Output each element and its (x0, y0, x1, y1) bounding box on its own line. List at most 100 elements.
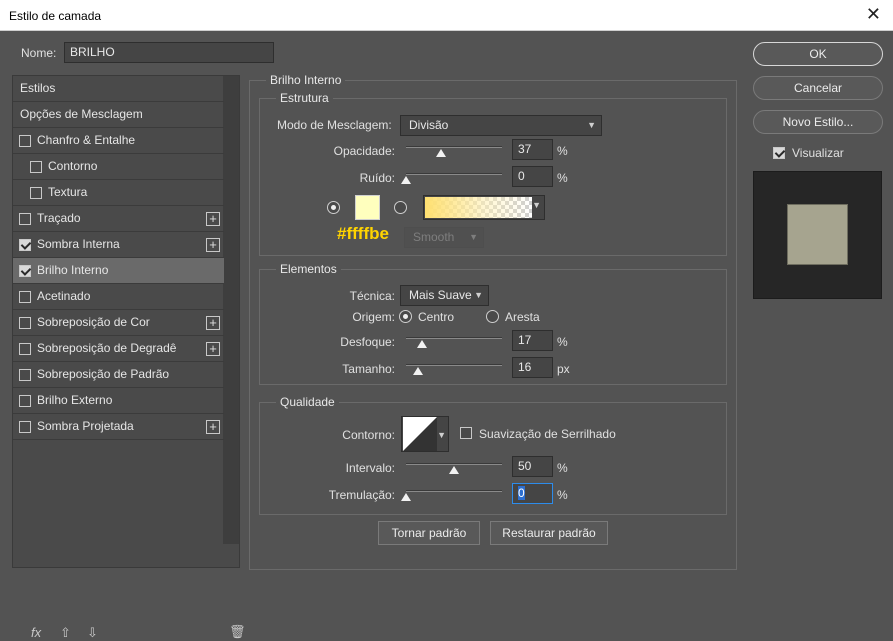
jitter-slider[interactable] (406, 490, 502, 492)
style-item[interactable]: Contorno (13, 154, 224, 180)
noise-slider-handle[interactable] (401, 176, 411, 184)
add-icon[interactable]: + (206, 238, 220, 252)
glow-color-swatch[interactable] (355, 195, 380, 220)
jitter-label: Tremulação: (328, 488, 395, 502)
gradient-preview (425, 197, 532, 218)
style-item-label: Brilho Interno (37, 263, 109, 277)
add-icon[interactable]: + (206, 316, 220, 330)
style-item-checkbox[interactable] (19, 421, 31, 433)
style-item-checkbox[interactable] (19, 317, 31, 329)
style-item-checkbox[interactable] (19, 369, 31, 381)
size-slider[interactable] (406, 364, 502, 366)
blend-mode-select[interactable]: Divisão ▼ (400, 115, 602, 136)
size-input[interactable]: 16 (512, 357, 553, 378)
blending-options-item[interactable]: Opções de Mesclagem (13, 102, 224, 128)
name-input[interactable]: BRILHO (64, 42, 274, 63)
style-item-checkbox[interactable] (19, 395, 31, 407)
range-unit: % (557, 461, 568, 475)
technique-select[interactable]: Mais Suave ▼ (400, 285, 489, 306)
gradient-radio[interactable] (394, 201, 407, 214)
move-down-icon[interactable]: ⇩ (87, 625, 98, 641)
style-item-label: Sombra Projetada (37, 419, 134, 433)
jitter-value: 0 (518, 486, 525, 500)
color-hex-label: #ffffbe (337, 224, 389, 243)
make-default-button[interactable]: Tornar padrão (378, 521, 480, 545)
style-item-checkbox[interactable] (30, 161, 42, 173)
style-item[interactable]: Traçado + (13, 206, 224, 232)
move-up-icon[interactable]: ⇧ (60, 625, 71, 641)
choke-unit: % (557, 335, 568, 349)
opacity-slider[interactable] (406, 146, 502, 148)
style-item-checkbox[interactable] (19, 135, 31, 147)
style-item-checkbox[interactable] (19, 213, 31, 225)
size-slider-handle[interactable] (413, 367, 423, 375)
noise-input[interactable]: 0 (512, 166, 553, 187)
jitter-slider-handle[interactable] (401, 493, 411, 501)
style-item[interactable]: Sombra Projetada + (13, 414, 224, 440)
preview-checkbox[interactable] (773, 147, 785, 159)
choke-slider-handle[interactable] (417, 340, 427, 348)
add-icon[interactable]: + (206, 420, 220, 434)
gradient-picker[interactable]: ▼ (423, 195, 545, 220)
chevron-down-icon: ▼ (469, 232, 478, 242)
smooth-label: Smooth (413, 230, 455, 244)
jitter-unit: % (557, 488, 568, 502)
blending-options-label: Opções de Mesclagem (20, 107, 143, 121)
style-item[interactable]: Brilho Interno (13, 258, 224, 284)
style-item[interactable]: Chanfro & Entalhe (13, 128, 224, 154)
chevron-down-icon: ▼ (532, 200, 541, 210)
noise-unit: % (557, 171, 568, 185)
opacity-unit: % (557, 144, 568, 158)
range-input[interactable]: 50 (512, 456, 553, 477)
source-center-radio[interactable] (399, 310, 412, 323)
contour-label: Contorno: (342, 428, 395, 442)
style-item-label: Sombra Interna (37, 237, 120, 251)
styles-list: Estilos Opções de Mesclagem Chanfro & En… (12, 75, 246, 640)
style-item-label: Sobreposição de Degradê (37, 341, 177, 355)
contour-curve-icon (403, 417, 437, 451)
add-icon[interactable]: + (206, 342, 220, 356)
opacity-input[interactable]: 37 (512, 139, 553, 160)
choke-input[interactable]: 17 (512, 330, 553, 351)
style-item[interactable]: Sombra Interna + (13, 232, 224, 258)
opacity-slider-handle[interactable] (436, 149, 446, 157)
style-item[interactable]: Acetinado (13, 284, 224, 310)
blend-mode-value: Divisão (409, 118, 449, 132)
inner-glow-title: Brilho Interno (266, 73, 346, 87)
title-bar: Estilo de camada ✕ (0, 0, 893, 31)
style-item[interactable]: Sobreposição de Padrão (13, 362, 224, 388)
contour-picker[interactable]: ▼ (401, 416, 449, 452)
style-item-checkbox[interactable] (19, 343, 31, 355)
antialias-checkbox[interactable] (460, 427, 472, 439)
color-radio[interactable] (327, 201, 340, 214)
style-item-checkbox[interactable] (19, 265, 31, 277)
range-slider[interactable] (406, 463, 502, 465)
close-icon[interactable]: ✕ (866, 4, 881, 25)
style-item-checkbox[interactable] (30, 187, 42, 199)
new-style-button[interactable]: Novo Estilo... (753, 110, 883, 134)
choke-slider[interactable] (406, 337, 502, 339)
style-item-checkbox[interactable] (19, 291, 31, 303)
add-icon[interactable]: + (206, 212, 220, 226)
style-item-checkbox[interactable] (19, 239, 31, 251)
styles-header[interactable]: Estilos (13, 76, 224, 102)
style-item[interactable]: Brilho Externo (13, 388, 224, 414)
chevron-down-icon: ▼ (474, 290, 483, 300)
style-item[interactable]: Sobreposição de Cor + (13, 310, 224, 336)
style-item[interactable]: Textura (13, 180, 224, 206)
style-item[interactable]: Sobreposição de Degradê + (13, 336, 224, 362)
noise-slider[interactable] (406, 173, 502, 175)
ok-button[interactable]: OK (753, 42, 883, 66)
range-slider-handle[interactable] (449, 466, 459, 474)
elements-title: Elementos (276, 262, 341, 276)
reset-default-button[interactable]: Restaurar padrão (490, 521, 608, 545)
styles-scrollbar[interactable] (223, 76, 239, 544)
trash-icon[interactable]: 🗑 (229, 624, 246, 640)
style-item-label: Sobreposição de Cor (37, 315, 150, 329)
fx-icon[interactable]: fx (31, 625, 41, 640)
jitter-input[interactable]: 0 (512, 483, 553, 504)
technique-label: Técnica: (349, 289, 395, 303)
cancel-button[interactable]: Cancelar (753, 76, 883, 100)
style-item-label: Traçado (37, 211, 81, 225)
source-edge-radio[interactable] (486, 310, 499, 323)
